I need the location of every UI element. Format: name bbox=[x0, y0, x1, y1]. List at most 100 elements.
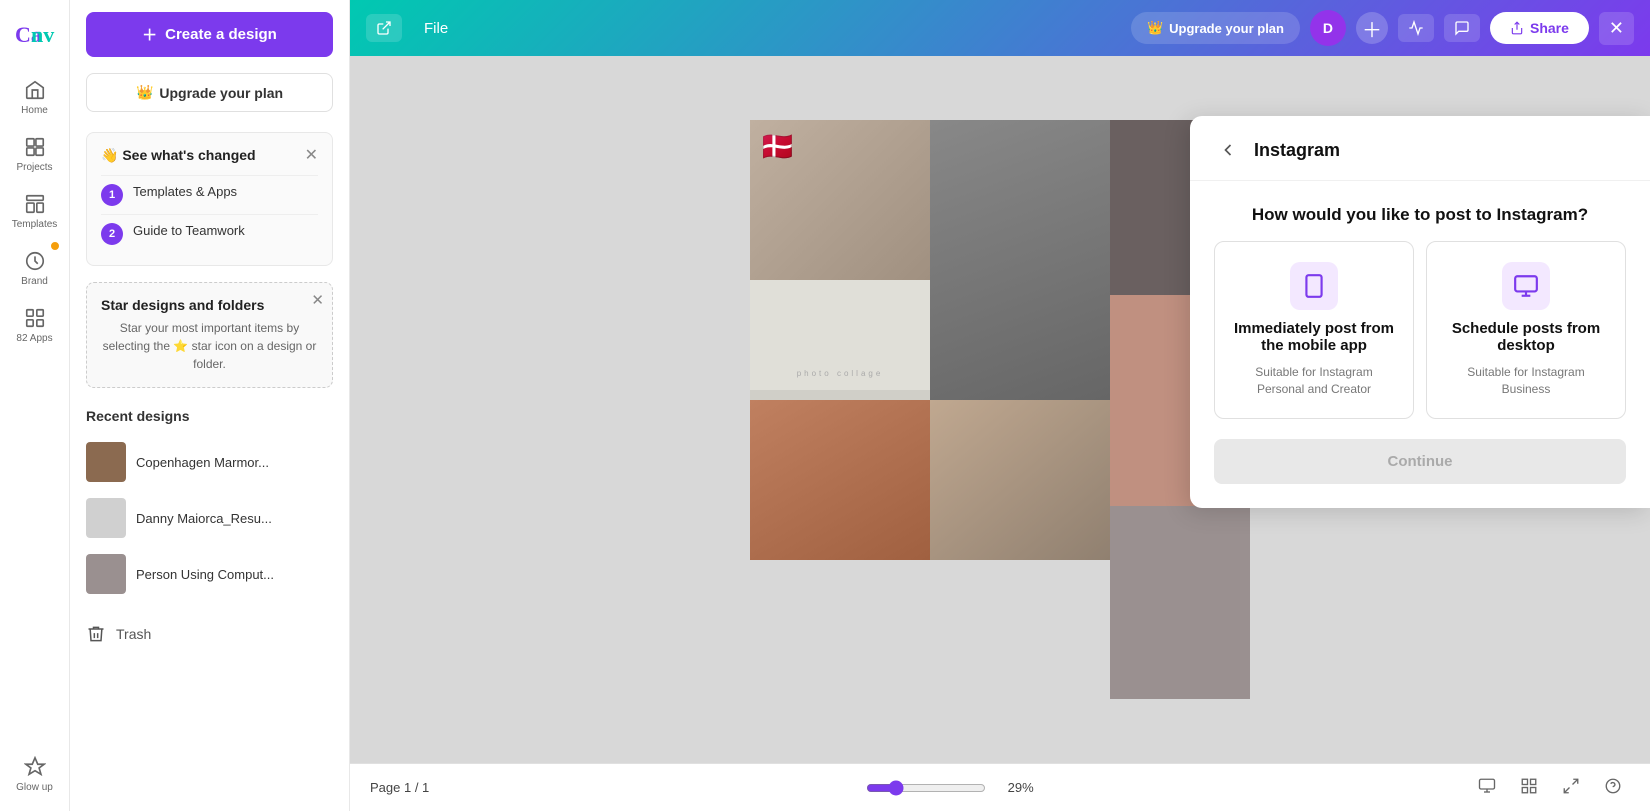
whats-changed-title: 👋 See what's changed bbox=[101, 147, 256, 164]
photo-2 bbox=[930, 120, 1110, 400]
sidebar-item-dreamlab[interactable]: Glow up bbox=[0, 746, 69, 803]
sidebar-projects-label: Projects bbox=[16, 162, 52, 173]
notice-item-2[interactable]: 2 Guide to Teamwork bbox=[101, 214, 318, 253]
option-desktop-title: Schedule posts from desktop bbox=[1443, 320, 1609, 354]
canva-logo[interactable]: Ca nv bbox=[3, 8, 67, 65]
zoom-slider[interactable] bbox=[866, 780, 986, 796]
modal-header: Instagram bbox=[1190, 116, 1650, 181]
sidebar-dreamlab-label: Glow up bbox=[16, 782, 53, 793]
photo-collage: 🇩🇰 photo collage bbox=[750, 120, 1110, 700]
notice-text-2: Guide to Teamwork bbox=[133, 223, 245, 238]
add-collaborator-button[interactable]: ＋ bbox=[1356, 12, 1388, 44]
help-icon bbox=[1604, 777, 1622, 795]
option-mobile-subtitle: Suitable for Instagram Personal and Crea… bbox=[1231, 364, 1397, 398]
grid-view-icon bbox=[1520, 777, 1538, 795]
recent-thumb-1 bbox=[86, 498, 126, 538]
share-icon bbox=[1510, 21, 1524, 35]
page-indicator: Page 1 / 1 bbox=[370, 780, 429, 795]
upgrade-plan-toolbar-button[interactable]: 👑 Upgrade your plan bbox=[1131, 12, 1300, 44]
sidebar-brand-label: Brand bbox=[21, 276, 48, 287]
recent-item-0[interactable]: Copenhagen Marmor... bbox=[86, 434, 333, 490]
modal-back-button[interactable] bbox=[1214, 136, 1242, 164]
sidebar-item-templates[interactable]: Templates bbox=[0, 183, 69, 240]
fullscreen-icon bbox=[1562, 777, 1580, 795]
recent-title: Recent designs bbox=[86, 408, 333, 424]
whats-changed-header: 👋 See what's changed ✕ bbox=[101, 145, 318, 165]
file-button[interactable]: File bbox=[414, 14, 458, 43]
trash-item[interactable]: Trash bbox=[70, 614, 349, 654]
file-label: File bbox=[424, 20, 448, 37]
top-toolbar: File 👑 Upgrade your plan D ＋ bbox=[350, 0, 1650, 56]
desktop-view-button[interactable] bbox=[1470, 773, 1504, 802]
left-panel: ＋ Create a design 👑 Upgrade your plan 👋 … bbox=[70, 0, 350, 811]
comments-button[interactable] bbox=[1444, 14, 1480, 42]
whats-changed-close-button[interactable]: ✕ bbox=[305, 145, 318, 165]
phone-icon bbox=[1301, 273, 1327, 299]
grid-view-button[interactable] bbox=[1512, 773, 1546, 802]
main-area: File 👑 Upgrade your plan D ＋ bbox=[350, 0, 1650, 811]
recent-thumb-2 bbox=[86, 554, 126, 594]
photo-3: photo collage bbox=[750, 280, 930, 400]
photo-5 bbox=[930, 400, 1110, 560]
option-card-desktop[interactable]: Schedule posts from desktop Suitable for… bbox=[1426, 241, 1626, 419]
mobile-option-icon bbox=[1290, 262, 1338, 310]
recent-item-1[interactable]: Danny Maiorca_Resu... bbox=[86, 490, 333, 546]
upgrade-plan-toolbar-label: Upgrade your plan bbox=[1169, 21, 1284, 36]
recent-name-2: Person Using Comput... bbox=[136, 567, 274, 582]
upgrade-plan-button[interactable]: 👑 Upgrade your plan bbox=[86, 73, 333, 112]
trash-label: Trash bbox=[116, 626, 151, 642]
comment-icon bbox=[1454, 20, 1470, 36]
view-buttons bbox=[1470, 773, 1630, 802]
bottom-bar: Page 1 / 1 29% bbox=[350, 763, 1650, 811]
option-mobile-title: Immediately post from the mobile app bbox=[1231, 320, 1397, 354]
recent-section: Recent designs Copenhagen Marmor... Dann… bbox=[70, 396, 349, 614]
analytics-button[interactable] bbox=[1398, 14, 1434, 42]
star-designs-title: Star designs and folders bbox=[101, 297, 318, 313]
svg-text:nv: nv bbox=[31, 22, 54, 47]
star-designs-panel: ✕ Star designs and folders Star your mos… bbox=[86, 282, 333, 388]
desktop-option-icon bbox=[1502, 262, 1550, 310]
star-designs-close-button[interactable]: ✕ bbox=[311, 291, 324, 309]
crown-icon: 👑 bbox=[136, 84, 153, 101]
zoom-controls: 29% bbox=[866, 780, 1034, 796]
modal-question: How would you like to post to Instagram? bbox=[1190, 181, 1650, 241]
recent-name-1: Danny Maiorca_Resu... bbox=[136, 511, 272, 526]
help-button[interactable] bbox=[1596, 773, 1630, 802]
sidebar-apps-label: 82 Apps bbox=[16, 333, 52, 344]
trash-icon bbox=[86, 624, 106, 644]
continue-label: Continue bbox=[1388, 453, 1453, 470]
notice-num-2: 2 bbox=[101, 223, 123, 245]
recent-name-0: Copenhagen Marmor... bbox=[136, 455, 269, 470]
crown-toolbar-icon: 👑 bbox=[1147, 20, 1163, 36]
star-designs-text: Star your most important items by select… bbox=[101, 319, 318, 373]
whats-changed-panel: 👋 See what's changed ✕ 1 Templates & App… bbox=[86, 132, 333, 266]
toolbar-left: File bbox=[366, 14, 1119, 43]
sidebar-home-label: Home bbox=[21, 105, 48, 116]
user-avatar[interactable]: D bbox=[1310, 10, 1346, 46]
modal-continue-button[interactable]: Continue bbox=[1214, 439, 1626, 484]
external-link-button[interactable] bbox=[366, 14, 402, 42]
right-strip-3 bbox=[1110, 506, 1250, 699]
canvas-area-inner: 🇩🇰 photo collage bbox=[750, 120, 1250, 700]
instagram-modal: Instagram How would you like to post to … bbox=[1190, 116, 1650, 508]
create-design-button[interactable]: ＋ Create a design bbox=[86, 12, 333, 57]
option-card-mobile[interactable]: Immediately post from the mobile app Sui… bbox=[1214, 241, 1414, 419]
sidebar-item-brand[interactable]: Brand bbox=[0, 240, 69, 297]
recent-thumb-0 bbox=[86, 442, 126, 482]
notice-item-1[interactable]: 1 Templates & Apps bbox=[101, 175, 318, 214]
sidebar-item-projects[interactable]: Projects bbox=[0, 126, 69, 183]
modal-title: Instagram bbox=[1254, 140, 1340, 161]
notice-text-1: Templates & Apps bbox=[133, 184, 237, 199]
zoom-percentage: 29% bbox=[994, 780, 1034, 795]
fullscreen-button[interactable] bbox=[1554, 773, 1588, 802]
user-initial: D bbox=[1323, 20, 1333, 36]
sidebar-item-apps[interactable]: 82 Apps bbox=[0, 297, 69, 354]
canvas-wrapper: 🇩🇰 photo collage bbox=[350, 56, 1650, 763]
toolbar-right: 👑 Upgrade your plan D ＋ Share ✕ bbox=[1131, 10, 1634, 46]
recent-item-2[interactable]: Person Using Comput... bbox=[86, 546, 333, 602]
close-top-button[interactable]: ✕ bbox=[1599, 12, 1634, 45]
share-button[interactable]: Share bbox=[1490, 12, 1589, 44]
desktop-view-icon bbox=[1478, 777, 1496, 795]
sidebar-templates-label: Templates bbox=[12, 219, 58, 230]
sidebar-item-home[interactable]: Home bbox=[0, 69, 69, 126]
